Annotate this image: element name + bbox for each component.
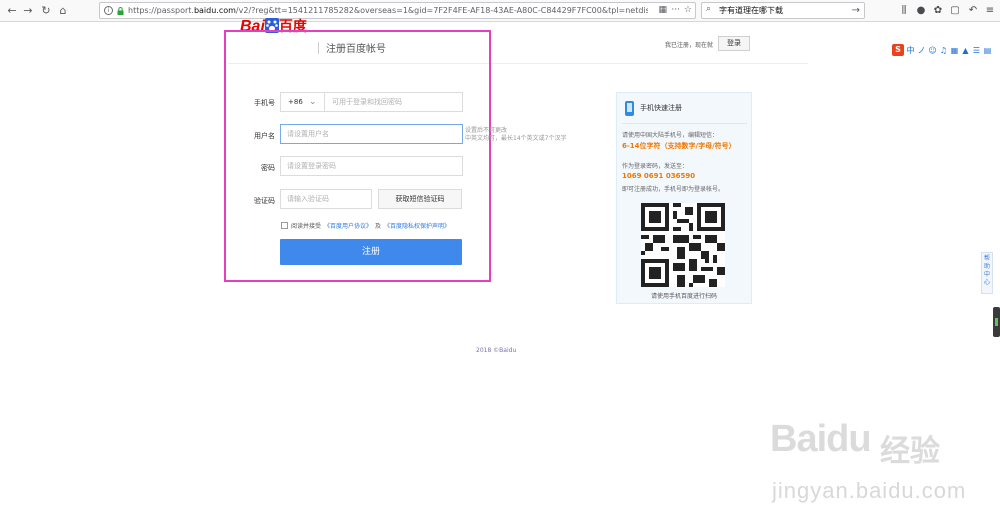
username-placeholder: 请设置用户名 <box>287 130 329 138</box>
agree-checkbox[interactable] <box>281 222 288 229</box>
password-placeholder: 请设置登录密码 <box>287 162 336 170</box>
footer-copyright: 2018 ©Baidu <box>476 347 517 354</box>
undo-icon[interactable]: ↶ <box>966 3 980 19</box>
have-account-text: 我已注册，现在就 <box>665 42 714 49</box>
login-button[interactable]: 登录 <box>718 36 750 51</box>
url-text: https://passport.baidu.com/v2/?reg&tt=15… <box>128 6 648 15</box>
captcha-label: 验证码 <box>254 197 275 205</box>
back-icon[interactable]: ← <box>4 3 20 19</box>
page-actions-icon[interactable]: ··· <box>671 3 680 18</box>
bookmark-star-icon[interactable]: ☆ <box>684 3 692 18</box>
browser-toolbar: ← → ↻ ⌂ i https://passport.baidu.com/v2/… <box>0 0 1000 22</box>
side-widget-handle[interactable] <box>993 307 1000 337</box>
baidu-jingyan-watermark: Baidu 经验 jingyan.baidu.com <box>770 418 995 518</box>
country-code-value: +86 <box>288 98 303 106</box>
agree-and-text: 及 <box>375 223 382 230</box>
watermark-url: jingyan.baidu.com <box>772 478 967 503</box>
qr-code-icon <box>641 203 725 287</box>
ime-moon-icon[interactable]: ノ <box>917 45 926 56</box>
password-input[interactable]: 请设置登录密码 <box>280 156 463 176</box>
screenshot-icon[interactable]: ▢ <box>948 3 962 19</box>
chevron-down-icon: ⌄ <box>309 97 317 107</box>
get-sms-code-button[interactable]: 获取短信验证码 <box>378 189 462 209</box>
phone-label: 手机号 <box>254 99 275 107</box>
ime-voice-icon[interactable]: ♫ <box>939 46 948 55</box>
panel-password-rule: 6-14位字符（支持数字/字母/符号） <box>622 142 736 150</box>
password-label: 密码 <box>261 164 275 172</box>
panel-divider <box>622 123 747 124</box>
captcha-input[interactable]: 请输入验证码 <box>280 189 372 209</box>
username-input[interactable]: 请设置用户名 <box>280 124 463 144</box>
phone-field[interactable]: +86 ⌄ 可用于登录和找回密码 <box>280 92 463 112</box>
username-hint-line1: 设置后不可更改 <box>465 127 508 134</box>
panel-send-to: 作为登录密码，发送至： <box>622 163 689 170</box>
captcha-placeholder: 请输入验证码 <box>287 195 329 203</box>
search-input[interactable]: 字有道理在哪下载 <box>719 3 783 18</box>
reload-icon[interactable]: ↻ <box>38 3 54 19</box>
chat-icon[interactable]: ● <box>914 3 928 19</box>
ime-toolbar: S 中 ノ ☺ ♫ ▦ ▲ ☰ ▤ <box>892 43 1000 57</box>
address-bar[interactable]: i https://passport.baidu.com/v2/?reg&tt=… <box>99 2 696 19</box>
username-hint: 设置后不可更改 中英文均可，最长14个英文或7个汉字 <box>465 127 566 143</box>
search-bar[interactable]: ⌕ 字有道理在哪下载 → <box>701 2 865 19</box>
ime-tools-icon[interactable]: ▤ <box>983 46 992 55</box>
menu-icon[interactable]: ≡ <box>983 3 997 19</box>
phone-icon <box>625 101 634 116</box>
search-go-icon[interactable]: → <box>852 3 860 18</box>
username-label: 用户名 <box>254 132 275 140</box>
user-agreement-link[interactable]: 《百度用户协议》 <box>324 221 372 230</box>
ime-logo-icon[interactable]: S <box>892 44 904 56</box>
phone-placeholder: 可用于登录和找回密码 <box>332 98 402 106</box>
ime-menu-icon[interactable]: ☰ <box>972 46 981 55</box>
agreement-row: 阅读并接受 《百度用户协议》 及 《百度隐私权保护声明》 <box>281 221 450 230</box>
help-center-tab[interactable]: 帮助中心 <box>981 252 993 294</box>
forward-icon[interactable]: → <box>20 3 36 19</box>
ime-emoji-icon[interactable]: ☺ <box>928 46 937 55</box>
register-button[interactable]: 注册 <box>280 239 462 265</box>
panel-header: 手机快速注册 <box>625 101 743 117</box>
search-icon: ⌕ <box>706 4 712 14</box>
qr-caption: 请使用手机百度进行扫码 <box>650 293 717 300</box>
watermark-jingyan: 经验 <box>880 434 940 469</box>
country-code-select[interactable]: +86 ⌄ <box>281 93 325 111</box>
username-hint-line2: 中英文均可，最长14个英文或7个汉字 <box>465 135 567 142</box>
panel-title: 手机快速注册 <box>640 104 682 112</box>
ime-skin-icon[interactable]: ▲ <box>961 46 970 55</box>
watermark-logo: Baidu <box>770 418 872 460</box>
ime-keyboard-icon[interactable]: ▦ <box>950 46 959 55</box>
privacy-link[interactable]: 《百度隐私权保护声明》 <box>384 221 450 230</box>
library-icon[interactable]: ⫼ <box>897 3 911 19</box>
panel-sms-number: 1069 0691 036590 <box>622 172 696 180</box>
reader-view-icon[interactable]: ▦ <box>658 3 667 18</box>
lock-icon <box>117 7 124 15</box>
home-icon[interactable]: ⌂ <box>55 3 71 19</box>
ime-chinese-mode[interactable]: 中 <box>906 45 915 56</box>
mobile-register-panel: 手机快速注册 请使用中国大陆手机号，编辑短信： 6-14位字符（支持数字/字母/… <box>616 92 752 304</box>
panel-success-text: 即可注册成功，手机号即为登录帐号。 <box>622 186 725 193</box>
agree-prefix-text: 阅读并接受 <box>291 223 322 230</box>
extension-icon[interactable]: ✿ <box>931 3 945 19</box>
panel-instruction: 请使用中国大陆手机号，编辑短信： <box>622 132 719 139</box>
info-icon[interactable]: i <box>104 6 113 15</box>
